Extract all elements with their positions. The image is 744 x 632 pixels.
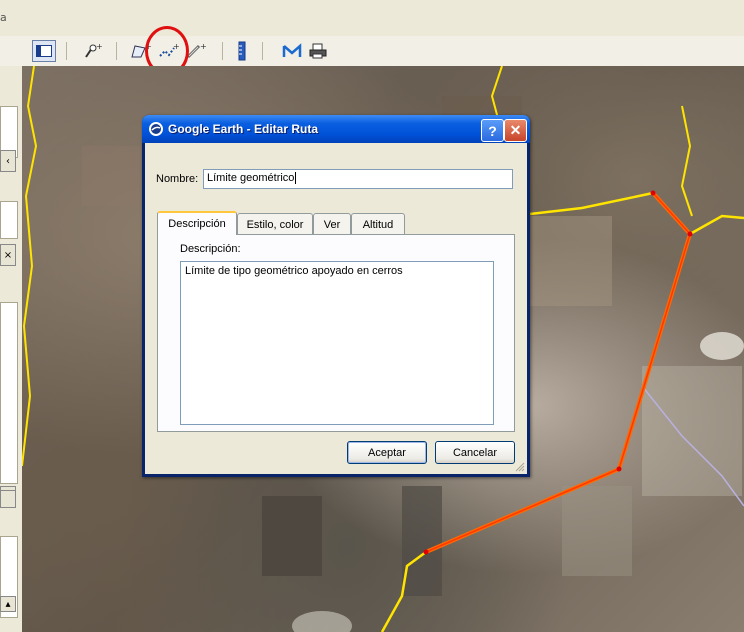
svg-text:+: + [200,42,207,51]
toolbar-separator [222,42,223,60]
resize-grip-icon[interactable] [515,462,525,472]
tab-estilo-color[interactable]: Estilo, color [237,213,313,235]
description-label: Descripción: [180,243,241,255]
name-field[interactable]: Límite geométrico [203,169,513,189]
placemark-icon[interactable]: + [80,40,104,62]
sidebar-collapse-icon[interactable]: ‹ [0,150,16,172]
dialog-title: Google Earth - Editar Ruta [168,122,319,136]
sidebar-toggle-icon[interactable] [32,40,56,62]
name-field-value: Límite geométrico [207,172,295,184]
ruler-icon[interactable] [230,40,254,62]
dialog-body: Nombre: Límite geométrico Descripción Es… [145,143,527,474]
help-button[interactable]: ? [481,119,504,142]
print-icon[interactable] [306,40,330,62]
close-button[interactable]: ✕ [504,119,527,142]
text-cursor [295,172,297,184]
ok-button[interactable]: Aceptar [347,441,427,464]
sidebar-close-icon[interactable]: × [0,244,16,266]
name-label: Nombre: [156,173,199,185]
cancel-button[interactable]: Cancelar [435,441,515,464]
sidebar-scroll-up-icon[interactable]: ▴ [0,596,16,612]
tab-altitud-label: Altitud [362,218,394,231]
description-textarea[interactable]: Límite de tipo geométrico apoyado en cer… [180,261,494,425]
svg-text:+: + [96,42,102,51]
tab-ver[interactable]: Ver [313,213,351,235]
menubar-fragment[interactable]: a [0,11,7,24]
toolbar-separator [262,42,263,60]
toolbar-separator [66,42,67,60]
google-earth-icon [149,122,163,136]
dialog-titlebar[interactable]: Google Earth - Editar Ruta ? ✕ [142,115,530,143]
tab-ver-label: Ver [323,218,341,231]
cancel-button-label: Cancelar [452,446,498,459]
tab-estilo-color-label: Estilo, color [246,218,304,231]
toolbar-separator [116,42,117,60]
sidebar-button[interactable] [0,490,16,508]
tab-panel-descripcion: Descripción: Límite de tipo geométrico a… [157,234,515,432]
toolbar: + + + + [0,36,744,67]
description-value: Límite de tipo geométrico apoyado en cer… [185,265,403,277]
email-icon[interactable] [280,40,304,62]
sidebar: ‹ × ▾ ▴ [0,66,23,632]
ok-button-label: Aceptar [368,446,406,459]
sidebar-panel-places [0,201,18,239]
menu-bar: a [0,0,744,37]
sidebar-panel-layers [0,302,18,484]
tab-altitud[interactable]: Altitud [351,213,405,235]
edit-path-dialog: Google Earth - Editar Ruta ? ✕ Nombre: L… [142,115,530,477]
tab-descripcion[interactable]: Descripción [157,211,237,235]
tab-descripcion-label: Descripción [168,218,226,230]
